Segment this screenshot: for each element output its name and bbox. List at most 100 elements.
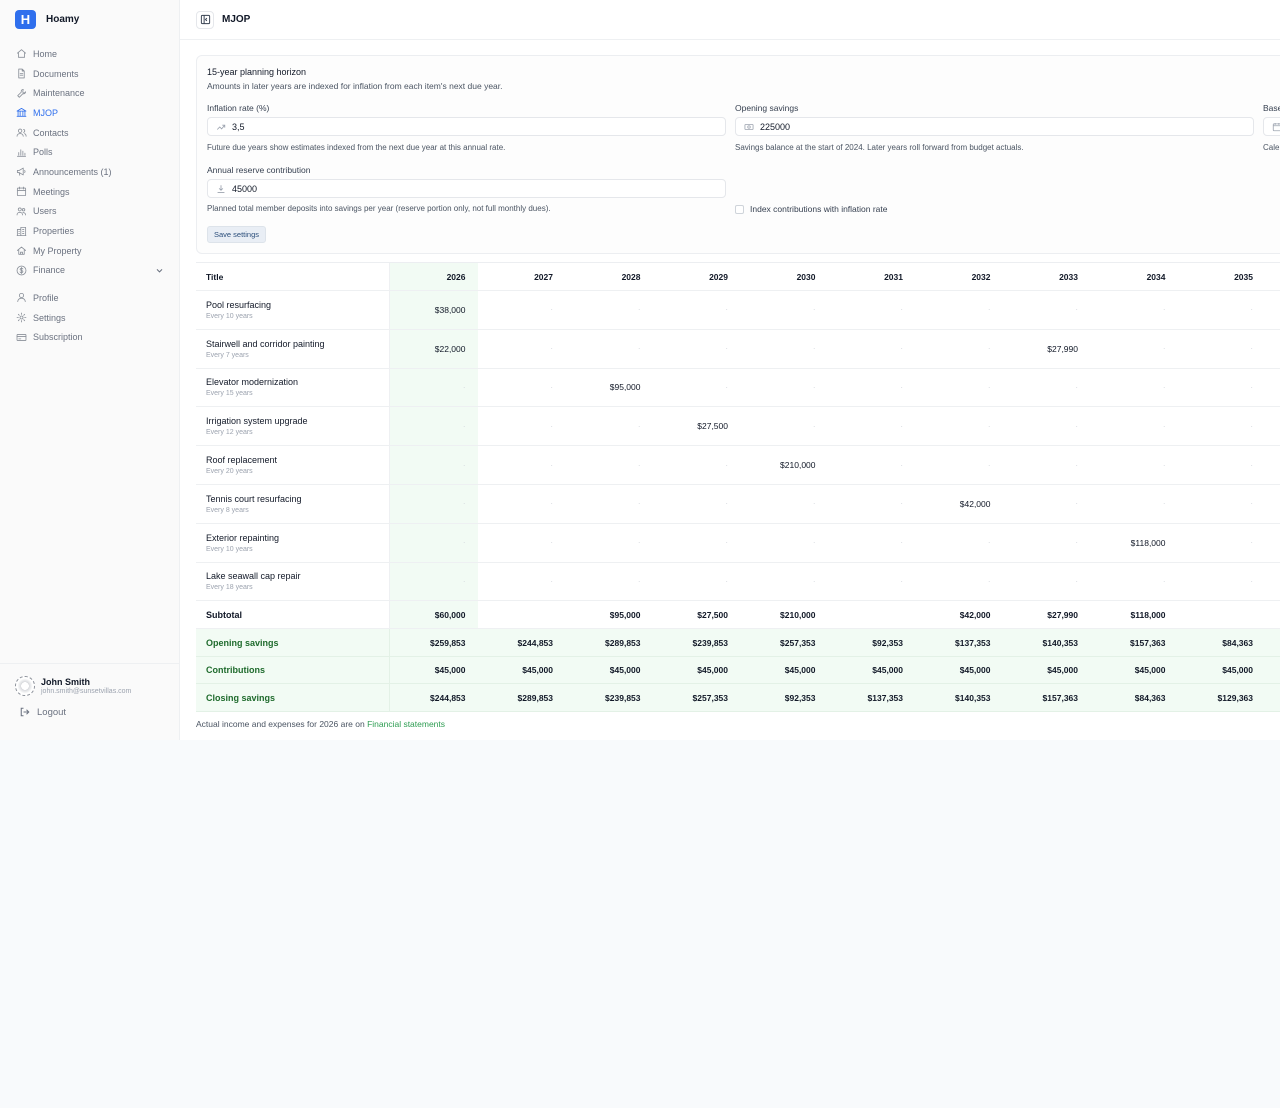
empty-cell: · bbox=[653, 446, 741, 484]
sidebar-item-announcements[interactable]: Announcements (1) bbox=[10, 162, 170, 182]
contribution-input[interactable] bbox=[232, 183, 725, 194]
sidebar-item-users[interactable]: Users bbox=[10, 202, 170, 222]
inflation-field[interactable] bbox=[207, 117, 726, 136]
subtotal-cell: $210,000 bbox=[780, 609, 816, 620]
empty-cell: · bbox=[390, 484, 478, 523]
checkbox-box[interactable] bbox=[735, 204, 744, 214]
document-icon bbox=[18, 68, 25, 79]
opening-savings-label: Opening savings bbox=[735, 103, 799, 113]
gear-icon bbox=[16, 312, 27, 323]
empty-mark: · bbox=[1250, 460, 1253, 470]
table-row[interactable]: Lake seawall cap repair Every 18 years · · ·… bbox=[196, 562, 1280, 602]
footer-note: Actual income and expenses for 2026 are … bbox=[196, 719, 445, 729]
index-contributions-label: Index contributions with inflation rate bbox=[750, 204, 888, 214]
summary-row-closing-savings: Closing savings $244,853 $289,853 $239,853 $… bbox=[196, 684, 1280, 712]
index-contributions-checkbox[interactable]: Index contributions with inflation rate bbox=[735, 204, 888, 214]
sidebar-item-my-property[interactable]: My Property bbox=[10, 241, 170, 261]
empty-cell: · bbox=[1003, 291, 1091, 329]
sidebar-item-settings[interactable]: Settings bbox=[10, 308, 170, 328]
table-row[interactable]: Stairwell and corridor painting Every 7 y… bbox=[196, 329, 1280, 369]
sidebar-item-maintenance[interactable]: Maintenance bbox=[10, 83, 170, 103]
financial-statements-link[interactable]: Financial statements bbox=[367, 719, 445, 729]
empty-mark: · bbox=[1162, 305, 1166, 315]
nav-label: Polls bbox=[33, 147, 53, 158]
sidebar-item-home[interactable]: Home bbox=[10, 44, 170, 64]
user-panel: John Smith john.smith@sunsetvillas.com L… bbox=[0, 663, 180, 730]
sidebar-item-properties[interactable]: Properties bbox=[10, 221, 170, 241]
summary-cell: $244,853 bbox=[517, 637, 553, 648]
empty-cell: · bbox=[828, 407, 916, 445]
summary-label: Closing savings bbox=[196, 684, 390, 711]
opening-savings-input[interactable] bbox=[760, 121, 1253, 132]
empty-mark: · bbox=[637, 576, 641, 586]
column-header-year: 2028 bbox=[621, 271, 641, 282]
logout-button[interactable]: Logout bbox=[19, 706, 165, 718]
summary-cell: $157,363 bbox=[1130, 637, 1166, 648]
opening-savings-field[interactable] bbox=[735, 117, 1254, 136]
summary-cell: $45,000 bbox=[959, 665, 991, 676]
empty-cell: · bbox=[740, 563, 828, 601]
summary-cell: $45,000 bbox=[1134, 665, 1166, 676]
trend-up-icon bbox=[216, 124, 226, 130]
empty-mark: · bbox=[1250, 344, 1253, 354]
empty-cell: · bbox=[478, 407, 566, 445]
subtotal-cell: $42,000 bbox=[959, 609, 991, 620]
empty-mark: · bbox=[462, 382, 466, 392]
secondary-nav: Profile Settings Subscription bbox=[10, 288, 170, 347]
summary-cell: $45,000 bbox=[697, 665, 728, 676]
user-info[interactable]: John Smith john.smith@sunsetvillas.com bbox=[15, 676, 165, 696]
empty-cell: · bbox=[1003, 563, 1091, 601]
amount-cell: $118,000 bbox=[1130, 537, 1166, 548]
sidebar-item-finance[interactable]: Finance bbox=[10, 261, 170, 281]
item-frequency: Every 15 years bbox=[206, 390, 253, 398]
sidebar-item-mjop[interactable]: MJOP bbox=[10, 103, 170, 123]
base-field[interactable] bbox=[1263, 117, 1280, 136]
empty-cell: · bbox=[828, 446, 916, 484]
empty-mark: · bbox=[725, 576, 728, 586]
sidebar: H Hoamy Home Documents Maintenance MJOP Cont… bbox=[0, 0, 180, 740]
empty-cell: · bbox=[1178, 524, 1266, 562]
item-name: Roof replacement bbox=[206, 455, 278, 466]
empty-cell: · bbox=[1090, 485, 1178, 523]
inflation-input[interactable] bbox=[232, 121, 725, 132]
summary-cell: $84,363 bbox=[1134, 692, 1166, 703]
chevron-down-icon[interactable] bbox=[155, 266, 164, 275]
subtotal-cell bbox=[828, 601, 916, 628]
sidebar-item-profile[interactable]: Profile bbox=[10, 288, 170, 308]
table-row[interactable]: Elevator modernization Every 15 years · · $9… bbox=[196, 368, 1280, 408]
sidebar-item-polls[interactable]: Polls bbox=[10, 142, 170, 162]
table-row[interactable]: Exterior repainting Every 10 years · · · · · · ·… bbox=[196, 523, 1280, 563]
item-name: Stairwell and corridor painting bbox=[206, 338, 325, 349]
megaphone-icon bbox=[16, 168, 26, 177]
column-header-year: 2033 bbox=[1059, 271, 1078, 282]
sidebar-item-meetings[interactable]: Meetings bbox=[10, 182, 170, 202]
summary-cell: $45,000 bbox=[784, 665, 816, 676]
table-row[interactable]: Roof replacement Every 20 years · · · · $210,0… bbox=[196, 446, 1280, 485]
table-row[interactable]: Pool resurfacing Every 10 years $38,000 · · ·… bbox=[196, 291, 1280, 330]
empty-mark: · bbox=[1075, 499, 1078, 509]
empty-cell: · bbox=[1178, 330, 1266, 368]
mjop-settings-panel: 15-year planning horizon Amounts in late… bbox=[196, 55, 1280, 254]
empty-cell: · bbox=[1178, 369, 1266, 407]
brand[interactable]: H Hoamy bbox=[15, 10, 79, 29]
empty-cell: · bbox=[390, 562, 478, 601]
sidebar-item-contacts[interactable]: Contacts bbox=[10, 123, 170, 143]
empty-mark: · bbox=[900, 344, 903, 354]
nav-label: Documents bbox=[33, 68, 79, 79]
sidebar-item-subscription[interactable]: Subscription bbox=[10, 327, 170, 347]
item-name: Lake seawall cap repair bbox=[206, 571, 301, 582]
empty-mark: · bbox=[637, 344, 641, 354]
empty-mark: · bbox=[812, 576, 816, 586]
table-row[interactable]: Irrigation system upgrade Every 12 years ·… bbox=[196, 407, 1280, 447]
empty-cell: · bbox=[1178, 407, 1266, 445]
table-row[interactable]: Tennis court resurfacing Every 8 years · · ·… bbox=[196, 484, 1280, 524]
item-title-cell: Lake seawall cap repair Every 18 years bbox=[196, 562, 390, 601]
summary-cell: $92,353 bbox=[872, 637, 903, 648]
sidebar-item-documents[interactable]: Documents bbox=[10, 64, 170, 84]
sidebar-toggle-button[interactable] bbox=[196, 10, 214, 29]
empty-mark: · bbox=[1250, 499, 1253, 509]
empty-cell: · bbox=[828, 330, 916, 368]
empty-mark: · bbox=[1162, 499, 1166, 509]
contribution-field[interactable] bbox=[207, 179, 726, 198]
save-settings-button[interactable]: Save settings bbox=[207, 226, 267, 243]
